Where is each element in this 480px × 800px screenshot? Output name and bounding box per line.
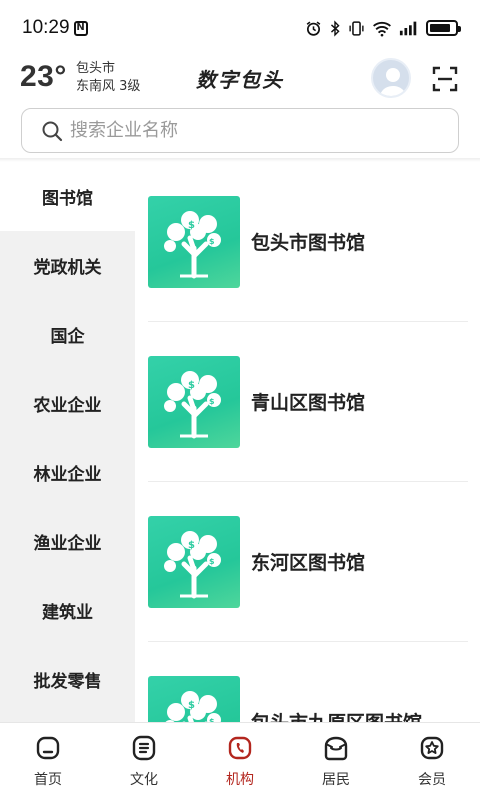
status-time: 10:29	[22, 17, 70, 38]
alarm-icon	[306, 21, 321, 36]
tree-money-logo: $ $	[148, 355, 240, 448]
tree-money-logo: $ $	[148, 195, 240, 288]
nav-label: 文化	[130, 772, 158, 788]
tree-logo-icon: $ $	[165, 690, 221, 722]
culture-icon	[132, 735, 156, 761]
svg-text:$: $	[188, 700, 195, 711]
list-item[interactable]: $ $ 包头市图书馆	[148, 162, 468, 322]
tree-money-logo: $ $	[148, 515, 240, 608]
nav-label: 会员	[418, 772, 446, 788]
notification-icon: N	[73, 20, 88, 36]
svg-text:$: $	[188, 380, 195, 391]
organization-name: 包头市图书馆	[251, 232, 366, 254]
sidebar-item-label: 农业企业	[33, 396, 102, 416]
user-avatar-icon	[379, 68, 407, 96]
tree-logo-icon: $ $	[164, 370, 221, 438]
sidebar-item-label: 图书馆	[42, 189, 93, 209]
svg-text:$: $	[188, 540, 195, 551]
nav-resident[interactable]: 居民	[288, 723, 384, 800]
list-item[interactable]: $ $ 包头市九原区图书馆	[148, 642, 468, 722]
weather-wind: 东南风 3级	[76, 79, 141, 94]
bottom-nav: 首页 文化 机构 居民 会员	[0, 722, 480, 800]
organization-name: 东河区图书馆	[251, 552, 366, 574]
scan-icon[interactable]	[432, 66, 458, 92]
status-icons	[305, 19, 461, 37]
sidebar-item-retail[interactable]: 批发零售	[0, 645, 135, 714]
nav-institution[interactable]: 机构	[192, 723, 288, 800]
vibrate-icon	[349, 20, 364, 36]
home-icon	[36, 736, 60, 760]
avatar[interactable]	[371, 58, 411, 98]
sidebar-item-label: 党政机关	[33, 258, 102, 278]
sidebar-item-state-owned[interactable]: 国企	[0, 300, 135, 369]
weather-city: 包头市	[76, 61, 116, 76]
sidebar-item-government[interactable]: 党政机关	[0, 231, 135, 300]
nav-label: 居民	[322, 772, 350, 788]
member-icon	[420, 736, 444, 760]
search-bar[interactable]	[21, 108, 459, 153]
signal-icon	[399, 21, 417, 36]
category-sidebar: 图书馆 党政机关 国企 农业企业 林业企业 渔业企业 建筑业 批发零售	[0, 162, 135, 722]
tree-money-logo: $ $	[148, 675, 240, 722]
search-input[interactable]	[70, 120, 430, 141]
wifi-icon	[373, 21, 391, 36]
status-bar: 10:29 N	[0, 0, 480, 56]
search-icon	[42, 121, 63, 141]
resident-icon	[324, 736, 348, 761]
sidebar-item-label: 建筑业	[42, 603, 93, 623]
svg-text:$: $	[209, 557, 215, 566]
app-header: 23° 包头市 东南风 3级 数字包头	[0, 56, 480, 104]
nav-culture[interactable]: 文化	[96, 723, 192, 800]
nav-label: 机构	[226, 772, 254, 788]
sidebar-item-fishery[interactable]: 渔业企业	[0, 507, 135, 576]
organization-list: $ $ 包头市图书馆 $ $ 青山区图书馆 $ $ 东河区图书馆 $ $	[135, 162, 480, 722]
nav-home[interactable]: 首页	[0, 723, 96, 800]
sidebar-item-forestry[interactable]: 林业企业	[0, 438, 135, 507]
sidebar-item-library[interactable]: 图书馆	[0, 162, 135, 231]
sidebar-item-construction[interactable]: 建筑业	[0, 576, 135, 645]
sidebar-item-label: 批发零售	[33, 672, 102, 692]
organization-name: 青山区图书馆	[251, 392, 366, 414]
svg-text:$: $	[209, 237, 215, 246]
sidebar-item-agriculture[interactable]: 农业企业	[0, 369, 135, 438]
weather-info: 包头市 东南风 3级	[76, 60, 140, 96]
tree-logo-icon: $ $	[164, 530, 221, 598]
svg-text:$: $	[209, 397, 215, 406]
organization-name: 包头市九原区图书馆	[251, 708, 422, 722]
list-item[interactable]: $ $ 东河区图书馆	[148, 482, 468, 642]
institution-icon	[228, 736, 252, 760]
battery-icon	[426, 20, 461, 36]
sidebar-item-label: 国企	[50, 327, 85, 347]
bluetooth-icon	[330, 19, 340, 37]
sidebar-item-label: 渔业企业	[33, 534, 102, 554]
sidebar-item-label: 林业企业	[33, 465, 102, 485]
list-item[interactable]: $ $ 青山区图书馆	[148, 322, 468, 482]
nav-label: 首页	[34, 772, 62, 788]
svg-text:$: $	[188, 220, 195, 231]
tree-logo-icon: $ $	[164, 210, 221, 278]
nav-member[interactable]: 会员	[384, 723, 480, 800]
temperature: 23°	[20, 60, 67, 93]
